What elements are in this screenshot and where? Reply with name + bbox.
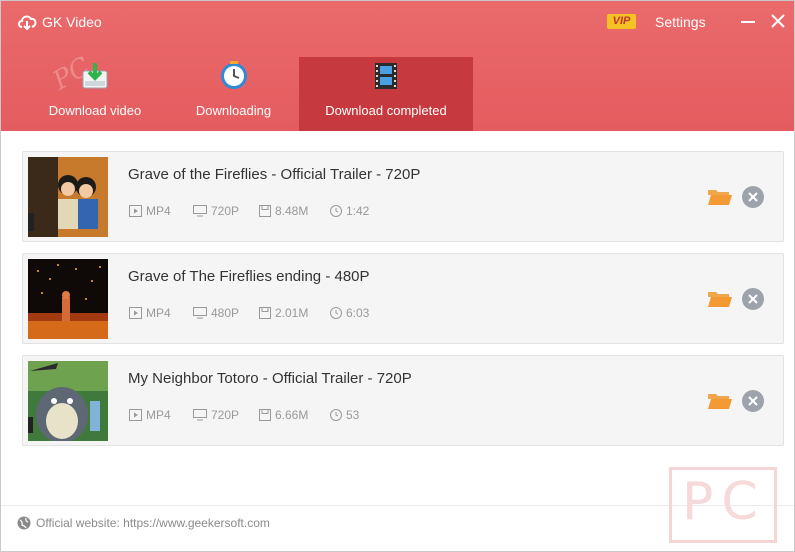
vip-badge[interactable]: VIP <box>607 14 636 29</box>
remove-icon[interactable] <box>741 389 765 413</box>
open-folder-icon[interactable] <box>707 391 733 411</box>
save-icon <box>259 409 271 421</box>
minimize-icon[interactable] <box>738 11 758 31</box>
remove-icon[interactable] <box>741 185 765 209</box>
tab-label: Download video <box>48 103 142 118</box>
watermark-logo: PC <box>669 467 777 543</box>
resolution-value: 720P <box>211 408 240 422</box>
settings-button[interactable]: Settings <box>655 14 706 30</box>
video-thumbnail <box>28 259 108 339</box>
download-box-icon <box>82 63 108 89</box>
clock-small-icon <box>330 307 342 319</box>
duration-info: 53 <box>330 408 359 422</box>
video-format-icon <box>129 205 142 217</box>
open-folder-icon[interactable] <box>707 187 733 207</box>
size-info: 2.01M <box>259 306 308 320</box>
size-value: 8.48M <box>275 204 309 218</box>
format-value: MP4 <box>146 204 171 218</box>
video-thumbnail <box>28 361 108 441</box>
format-value: MP4 <box>146 306 171 320</box>
list-item: Grave of the Fireflies - Official Traile… <box>22 151 784 242</box>
open-folder-icon[interactable] <box>707 289 733 309</box>
close-icon[interactable] <box>768 11 788 31</box>
resolution-info: 720P <box>193 204 239 218</box>
format-info: MP4 <box>129 204 171 218</box>
title-bar: GK Video VIP Settings <box>1 1 794 43</box>
tab-label: Downloading <box>195 103 272 118</box>
video-thumbnail <box>28 157 108 237</box>
video-title: Grave of the Fireflies - Official Traile… <box>128 166 421 183</box>
duration-value: 1:42 <box>346 204 370 218</box>
tab-label: Download completed <box>325 103 447 118</box>
size-info: 8.48M <box>259 204 308 218</box>
list-item: Grave of The Fireflies ending - 480P MP4… <box>22 253 784 344</box>
resolution-info: 480P <box>193 306 239 320</box>
monitor-icon <box>193 409 207 421</box>
video-title: My Neighbor Totoro - Official Trailer - … <box>128 370 412 387</box>
size-value: 6.66M <box>275 408 309 422</box>
video-title: Grave of The Fireflies ending - 480P <box>128 268 370 285</box>
list-item: My Neighbor Totoro - Official Trailer - … <box>22 355 784 446</box>
footer: Official website: https://www.geekersoft… <box>17 516 270 530</box>
duration-value: 53 <box>346 408 360 422</box>
save-icon <box>259 205 271 217</box>
clock-small-icon <box>330 409 342 421</box>
format-info: MP4 <box>129 306 171 320</box>
duration-info: 6:03 <box>330 306 369 320</box>
resolution-info: 720P <box>193 408 239 422</box>
format-value: MP4 <box>146 408 171 422</box>
size-value: 2.01M <box>275 306 309 320</box>
cloud-download-icon <box>18 15 37 31</box>
clock-small-icon <box>330 205 342 217</box>
tab-download-completed[interactable]: Download completed <box>299 57 473 131</box>
video-format-icon <box>129 307 142 319</box>
monitor-icon <box>193 205 207 217</box>
tab-downloading[interactable]: Downloading <box>171 57 296 131</box>
duration-info: 1:42 <box>330 204 369 218</box>
header: PC GK Video VIP Settings Download video <box>1 1 794 131</box>
tab-download-video[interactable]: Download video <box>31 57 159 131</box>
video-format-icon <box>129 409 142 421</box>
clock-icon <box>220 61 247 89</box>
official-website-link[interactable]: Official website: https://www.geekersoft… <box>36 516 270 530</box>
resolution-value: 720P <box>211 204 240 218</box>
duration-value: 6:03 <box>346 306 370 320</box>
format-info: MP4 <box>129 408 171 422</box>
save-icon <box>259 307 271 319</box>
size-info: 6.66M <box>259 408 308 422</box>
globe-icon <box>17 516 31 530</box>
resolution-value: 480P <box>211 306 240 320</box>
film-icon <box>375 63 397 89</box>
app-title: GK Video <box>42 14 102 30</box>
monitor-icon <box>193 307 207 319</box>
remove-icon[interactable] <box>741 287 765 311</box>
completed-list: Grave of the Fireflies - Official Traile… <box>22 151 784 457</box>
